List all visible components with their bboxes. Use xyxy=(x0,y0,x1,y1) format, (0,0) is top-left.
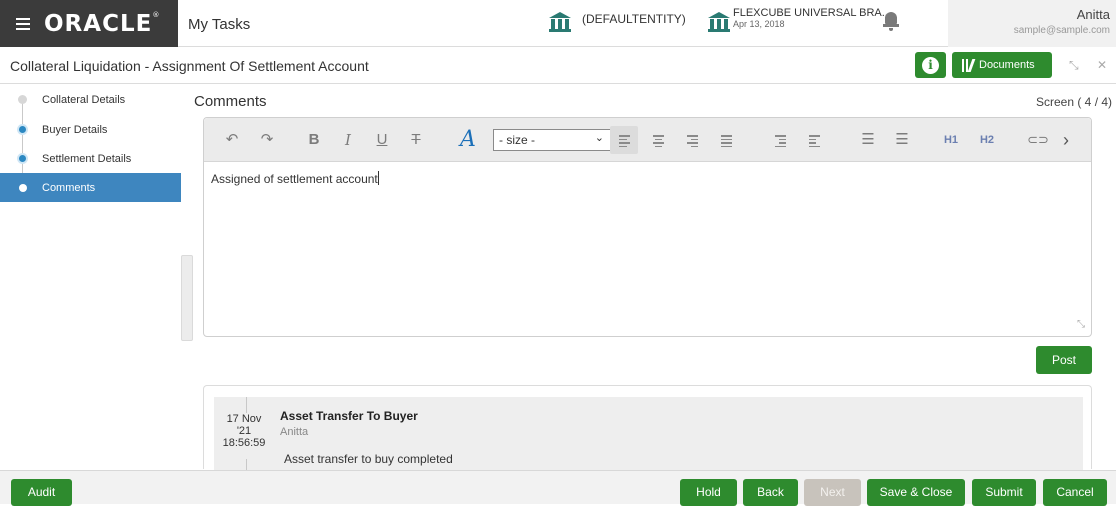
nav-item-label: Buyer Details xyxy=(42,123,108,136)
user-name: Anitta xyxy=(1076,7,1110,22)
comment-date: 17 Nov xyxy=(226,413,262,425)
nav-item-label: Comments xyxy=(42,181,96,194)
align-left-icon[interactable] xyxy=(610,126,638,154)
redo-icon[interactable]: ↷ xyxy=(253,126,281,154)
next-button[interactable]: Next xyxy=(804,479,861,506)
comment-author: Anitta xyxy=(280,426,309,438)
branch-date: Apr 13, 2018 xyxy=(733,19,785,29)
minimize-icon[interactable]: ⤡ xyxy=(1069,58,1079,73)
step-visited-icon xyxy=(17,124,28,135)
align-center-icon[interactable] xyxy=(644,126,672,154)
section-heading: Comments xyxy=(194,93,267,110)
nav-item-label: Settlement Details xyxy=(42,152,132,165)
heading-2-button[interactable]: H2 xyxy=(972,126,1002,154)
branch-name[interactable]: FLEXCUBE UNIVERSAL BRA... xyxy=(733,7,891,19)
link-icon[interactable]: ⊂⊃ xyxy=(1024,126,1052,154)
bullet-list-icon[interactable]: ☰ xyxy=(854,126,882,154)
top-header: ORACLE® My Tasks (DEFAULTENTITY) FLEXCUB… xyxy=(0,0,1116,47)
comment-timestamp: 17 Nov '21 18:56:59 xyxy=(217,413,271,459)
resize-corner-icon[interactable]: ⤡ xyxy=(1077,319,1085,330)
nav-item-comments[interactable]: Comments xyxy=(0,173,181,202)
close-icon[interactable]: ✕ xyxy=(1097,58,1107,72)
editor-toolbar: ↶ ↷ B I U T A - size - ⌄ ☰ ☰ H1 H2 ⊂⊃ › xyxy=(204,118,1091,162)
text-caret xyxy=(377,171,379,185)
undo-icon[interactable]: ↶ xyxy=(218,126,246,154)
documents-label: Documents xyxy=(979,59,1035,71)
page-title: Collateral Liquidation - Assignment Of S… xyxy=(10,58,369,74)
module-title[interactable]: My Tasks xyxy=(188,16,250,33)
font-size-value: - size - xyxy=(499,133,535,147)
step-pending-icon xyxy=(18,95,27,104)
heading-1-button[interactable]: H1 xyxy=(936,126,966,154)
editor-content-text: Assigned of settlement account xyxy=(211,172,378,186)
screen-indicator: Screen ( 4 / 4) xyxy=(1036,95,1113,109)
bold-icon[interactable]: B xyxy=(300,126,328,154)
comments-history-panel: 17 Nov '21 18:56:59 Asset Transfer To Bu… xyxy=(203,385,1092,470)
editor-content[interactable]: Assigned of settlement account xyxy=(211,171,379,186)
comment-time: 18:56:59 xyxy=(222,437,266,449)
task-title-bar: Collateral Liquidation - Assignment Of S… xyxy=(0,48,1116,84)
indent-icon[interactable] xyxy=(800,126,828,154)
documents-icon xyxy=(962,58,976,72)
action-footer: Audit Hold Back Next Save & Close Submit… xyxy=(0,470,1116,506)
font-color-icon[interactable]: A xyxy=(456,126,480,154)
brand-bar: ORACLE® xyxy=(0,0,178,47)
entity-selector[interactable]: (DEFAULTENTITY) xyxy=(582,12,686,26)
comment-body: Asset transfer to buy completed xyxy=(284,452,453,466)
rich-text-editor[interactable]: ↶ ↷ B I U T A - size - ⌄ ☰ ☰ H1 H2 ⊂⊃ › … xyxy=(203,117,1092,337)
nav-item-label: Collateral Details xyxy=(42,93,126,106)
submit-button[interactable]: Submit xyxy=(972,479,1036,506)
info-button[interactable]: i xyxy=(915,52,946,78)
oracle-logo: ORACLE® xyxy=(44,10,161,37)
info-icon: i xyxy=(922,56,939,74)
underline-icon[interactable]: U xyxy=(368,126,396,154)
nav-item-settlement-details[interactable]: Settlement Details xyxy=(0,144,181,173)
user-email: sample@sample.com xyxy=(1013,25,1110,36)
panel-resize-handle[interactable] xyxy=(181,255,193,341)
step-navigation: Collateral Details Buyer Details Settlem… xyxy=(0,85,181,469)
comment-title: Asset Transfer To Buyer xyxy=(280,409,418,423)
chevron-down-icon: ⌄ xyxy=(594,132,604,144)
post-button[interactable]: Post xyxy=(1036,346,1092,374)
step-visited-icon xyxy=(17,153,28,164)
branch-bank-icon xyxy=(708,12,730,32)
comment-year: '21 xyxy=(236,425,252,437)
cancel-button[interactable]: Cancel xyxy=(1043,479,1107,506)
outdent-icon[interactable] xyxy=(766,126,794,154)
nav-item-buyer-details[interactable]: Buyer Details xyxy=(0,115,181,144)
hamburger-menu-icon[interactable] xyxy=(16,17,30,30)
hold-button[interactable]: Hold xyxy=(680,479,737,506)
documents-button[interactable]: Documents xyxy=(952,52,1052,78)
step-active-icon xyxy=(19,183,27,192)
align-justify-icon[interactable] xyxy=(712,126,740,154)
italic-icon[interactable]: I xyxy=(334,126,362,154)
font-size-select[interactable]: - size - ⌄ xyxy=(493,129,611,151)
back-button[interactable]: Back xyxy=(743,479,798,506)
strikethrough-icon[interactable]: T xyxy=(402,126,430,154)
align-right-icon[interactable] xyxy=(678,126,706,154)
nav-item-collateral-details[interactable]: Collateral Details xyxy=(0,85,181,114)
audit-button[interactable]: Audit xyxy=(11,479,72,506)
comment-item: 17 Nov '21 18:56:59 Asset Transfer To Bu… xyxy=(214,397,1083,470)
entity-bank-icon xyxy=(549,12,571,32)
chevron-right-icon[interactable]: › xyxy=(1056,126,1076,154)
numbered-list-icon[interactable]: ☰ xyxy=(888,126,916,154)
user-menu[interactable]: Anitta sample@sample.com xyxy=(948,0,1116,47)
save-close-button[interactable]: Save & Close xyxy=(867,479,965,506)
notification-bell-icon[interactable] xyxy=(883,12,899,32)
